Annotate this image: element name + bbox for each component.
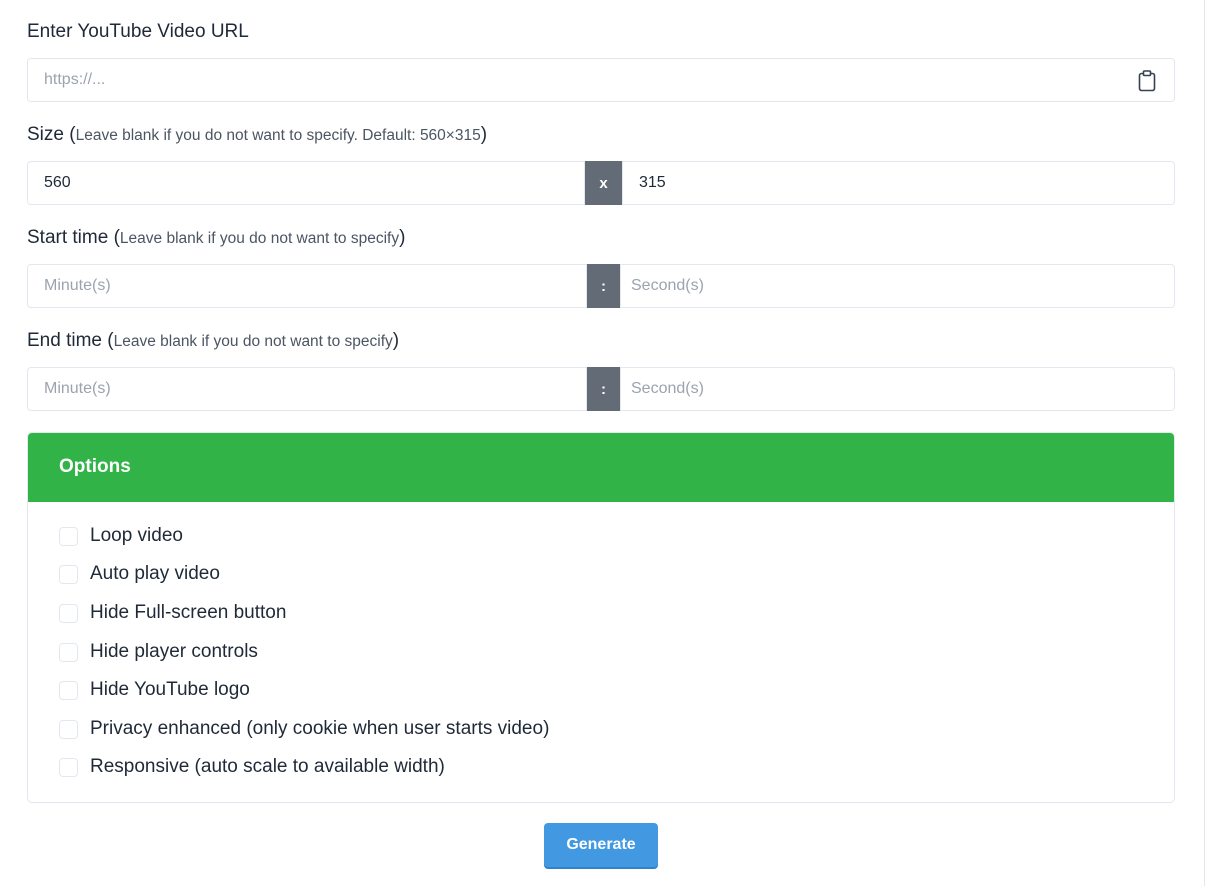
start-separator: : (587, 264, 620, 308)
checkbox[interactable] (59, 642, 78, 662)
checkbox[interactable] (59, 719, 78, 739)
url-input[interactable]: https://... (27, 58, 1175, 102)
end-time-label: End time (Leave blank if you do not want… (27, 330, 400, 351)
option-label: Hide Full-screen button (90, 602, 287, 623)
checkbox[interactable] (59, 564, 78, 584)
url-label: Enter YouTube Video URL (27, 21, 249, 42)
option-responsive[interactable]: Responsive (auto scale to available widt… (59, 756, 445, 778)
checkbox[interactable] (59, 526, 78, 546)
width-input[interactable]: 560 (27, 161, 585, 205)
options-card: Options Loop video Auto play video Hide … (27, 432, 1175, 803)
end-seconds-input[interactable]: Second(s) (620, 367, 1175, 411)
checkbox[interactable] (59, 603, 78, 623)
option-label: Hide player controls (90, 641, 258, 662)
option-autoplay[interactable]: Auto play video (59, 563, 220, 585)
generate-button[interactable]: Generate (544, 823, 658, 867)
option-label: Responsive (auto scale to available widt… (90, 756, 445, 777)
option-hide-fullscreen[interactable]: Hide Full-screen button (59, 602, 286, 624)
url-placeholder: https://... (44, 71, 106, 88)
start-minutes-input[interactable]: Minute(s) (27, 264, 587, 308)
option-label: Privacy enhanced (only cookie when user … (90, 718, 550, 739)
option-label: Auto play video (90, 563, 220, 584)
scrollbar-edge (1204, 0, 1205, 886)
end-time-group: Minute(s) : Second(s) (27, 367, 1175, 411)
option-label: Loop video (90, 525, 183, 546)
options-header: Options (28, 433, 1174, 502)
end-minutes-input[interactable]: Minute(s) (27, 367, 587, 411)
clipboard-icon[interactable] (1138, 70, 1156, 97)
size-group: 560 x 315 (27, 161, 1175, 205)
option-privacy[interactable]: Privacy enhanced (only cookie when user … (59, 718, 549, 740)
option-label: Hide YouTube logo (90, 679, 250, 700)
size-label: Size (Leave blank if you do not want to … (27, 124, 488, 145)
option-loop[interactable]: Loop video (59, 525, 183, 547)
start-seconds-input[interactable]: Second(s) (620, 264, 1175, 308)
checkbox[interactable] (59, 680, 78, 700)
height-input[interactable]: 315 (622, 161, 1175, 205)
start-time-label: Start time (Leave blank if you do not wa… (27, 227, 406, 248)
start-time-group: Minute(s) : Second(s) (27, 264, 1175, 308)
end-separator: : (587, 367, 620, 411)
option-hide-logo[interactable]: Hide YouTube logo (59, 679, 250, 701)
size-separator: x (585, 161, 622, 205)
option-hide-controls[interactable]: Hide player controls (59, 641, 258, 663)
checkbox[interactable] (59, 757, 78, 777)
